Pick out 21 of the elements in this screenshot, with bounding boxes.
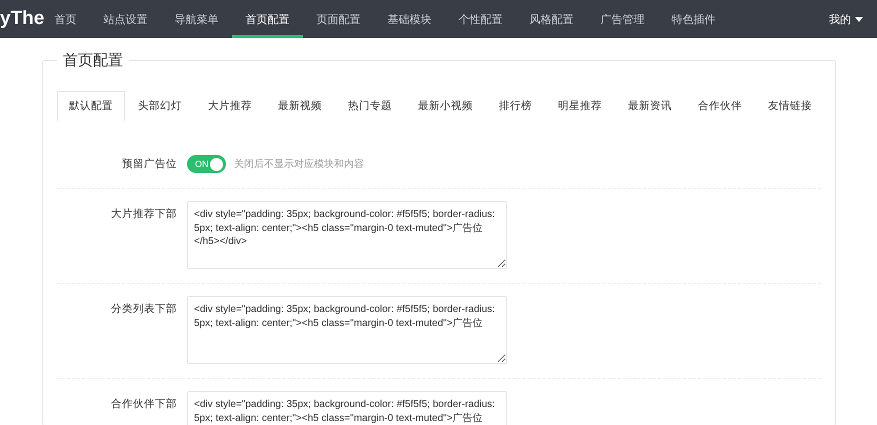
nav-item[interactable]: 个性配置 bbox=[445, 0, 516, 38]
nav-item[interactable]: 首页配置 bbox=[232, 0, 303, 38]
nav-item[interactable]: 广告管理 bbox=[587, 0, 658, 38]
nav-item[interactable]: 导航菜单 bbox=[161, 0, 232, 38]
input-field[interactable]: <div style="padding: 35px; background-color: #f5f5f5; border-radius: 5px; text-align: center;"><h5 class="margin-0 text-muted">广告位</h5></div> bbox=[187, 201, 507, 269]
hint-text: 关闭后不显示对应模块和内容 bbox=[234, 158, 364, 171]
field-label: 合作伙伴下部 bbox=[110, 397, 177, 411]
field-label: 大片推荐下部 bbox=[110, 207, 177, 221]
nav-item[interactable]: 基础模块 bbox=[374, 0, 445, 38]
nav-item[interactable]: 风格配置 bbox=[516, 0, 587, 38]
field-label: 预留广告位 bbox=[121, 157, 177, 171]
tab[interactable]: 默认配置 bbox=[57, 91, 125, 121]
nav-item[interactable]: 页面配置 bbox=[303, 0, 374, 38]
nav-item[interactable]: 站点设置 bbox=[90, 0, 161, 38]
user-menu[interactable]: 我的 bbox=[829, 0, 877, 38]
panel-title: 首页配置 bbox=[57, 51, 129, 70]
input-field[interactable]: <div style="padding: 35px; background-color: #f5f5f5; border-radius: 5px; text-align: center;"><h5 class="margin-0 text-muted">广告位 bbox=[187, 391, 507, 425]
field-label: 分类列表下部 bbox=[110, 302, 177, 316]
caret-icon bbox=[855, 16, 863, 22]
input-field[interactable]: <div style="padding: 35px; background-color: #f5f5f5; border-radius: 5px; text-align: center;"><h5 class="margin-0 text-muted">广告位 bbox=[187, 296, 507, 364]
nav-item[interactable]: 特色插件 bbox=[658, 0, 729, 38]
